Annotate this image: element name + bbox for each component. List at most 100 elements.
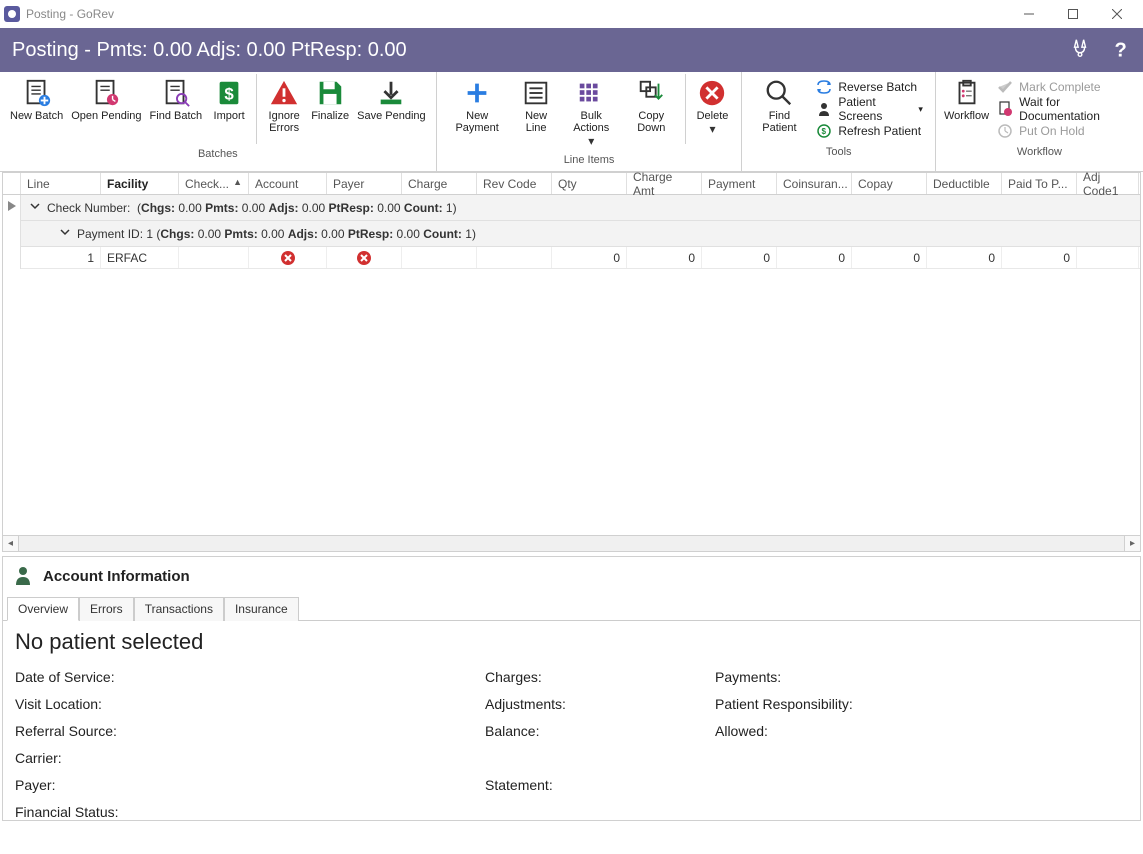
col-qty[interactable]: Qty [552, 173, 627, 194]
minimize-button[interactable] [1007, 0, 1051, 28]
col-revcode[interactable]: Rev Code [477, 173, 552, 194]
col-payment[interactable]: Payment [702, 173, 777, 194]
maximize-button[interactable] [1051, 0, 1095, 28]
download-icon [376, 76, 406, 110]
cell-adjcode[interactable] [1077, 247, 1139, 268]
page-title: Posting - Pmts: 0.00 Adjs: 0.00 PtResp: … [12, 39, 407, 62]
col-line[interactable]: Line [21, 173, 101, 194]
tab-transactions[interactable]: Transactions [134, 597, 224, 621]
col-chargeamt[interactable]: Charge Amt [627, 173, 702, 194]
keys-icon[interactable] [1069, 38, 1091, 63]
label-charges: Charges: [485, 663, 715, 690]
bulk-actions-button[interactable]: Bulk Actions ▾ [561, 74, 622, 150]
no-patient-message: No patient selected [15, 629, 1128, 655]
col-account[interactable]: Account [249, 173, 327, 194]
delete-button[interactable]: Delete ▾ [689, 74, 735, 138]
data-grid[interactable]: Line Facility Check...▲ Account Payer Ch… [2, 172, 1141, 552]
cell-paidtop[interactable]: 0 [1002, 247, 1077, 268]
account-info-header: Account Information [3, 565, 1140, 596]
chevron-down-icon: ▾ [918, 104, 923, 115]
delete-icon [697, 76, 727, 110]
ignore-errors-button[interactable]: Ignore Errors [261, 74, 307, 136]
ribbon-group-batches: New Batch Open Pending Find Batch $ Impo… [0, 72, 437, 171]
ribbon-group-tools: Find Patient Reverse Batch Patient Scree… [742, 72, 935, 171]
warning-icon [269, 76, 299, 110]
cell-account[interactable] [249, 247, 327, 268]
window-title: Posting - GoRev [26, 7, 114, 21]
cell-check[interactable] [179, 247, 249, 268]
finalize-button[interactable]: Finalize [307, 74, 353, 124]
new-batch-button[interactable]: New Batch [6, 74, 67, 124]
account-info-panel: Account Information Overview Errors Tran… [2, 556, 1141, 821]
scroll-track[interactable] [19, 536, 1124, 551]
wait-documentation-button[interactable]: Wait for Documentation [991, 98, 1137, 120]
copy-down-button[interactable]: Copy Down [622, 74, 681, 136]
cell-qty[interactable]: 0 [552, 247, 627, 268]
grid-icon [576, 76, 606, 110]
label-statement: Statement: [485, 771, 715, 798]
label-adjustments: Adjustments: [485, 690, 715, 717]
scroll-right-icon[interactable]: ▸ [1124, 536, 1140, 551]
error-icon [280, 250, 296, 266]
new-payment-button[interactable]: New Payment [443, 74, 512, 136]
tab-overview[interactable]: Overview [7, 597, 79, 621]
cell-chargeamt[interactable]: 0 [627, 247, 702, 268]
cell-revcode[interactable] [477, 247, 552, 268]
info-grid: Date of Service: Visit Location: Referra… [15, 663, 1128, 825]
scroll-left-icon[interactable]: ◂ [3, 536, 19, 551]
horizontal-scrollbar[interactable]: ◂ ▸ [3, 535, 1140, 551]
chevron-down-icon [59, 226, 71, 241]
find-patient-button[interactable]: Find Patient [748, 74, 810, 136]
col-check[interactable]: Check...▲ [179, 173, 249, 194]
table-row[interactable]: 1 ERFAC 0 0 0 0 0 0 0 [21, 247, 1140, 269]
tab-insurance[interactable]: Insurance [224, 597, 299, 621]
cell-charge[interactable] [402, 247, 477, 268]
cell-deduct[interactable]: 0 [927, 247, 1002, 268]
sort-asc-icon: ▲ [233, 177, 242, 187]
col-charge[interactable]: Charge [402, 173, 477, 194]
grid-margin [3, 173, 21, 194]
ribbon-group-workflow: Workflow Mark Complete Wait for Document… [936, 72, 1143, 171]
chevron-down-icon [29, 200, 41, 215]
col-deduct[interactable]: Deductible [927, 173, 1002, 194]
new-line-button[interactable]: New Line [512, 74, 561, 136]
workflow-button[interactable]: Workflow [942, 74, 991, 124]
tab-errors[interactable]: Errors [79, 597, 134, 621]
label-dos: Date of Service: [15, 663, 485, 690]
close-button[interactable] [1095, 0, 1139, 28]
patient-screens-button[interactable]: Patient Screens ▾ [810, 98, 929, 120]
chevron-down-icon: ▾ [709, 122, 715, 136]
group-row-check[interactable]: Check Number: ( Chgs: 0.00 Pmts: 0.00 Ad… [21, 195, 1140, 221]
row-indicator [3, 195, 21, 269]
cell-line[interactable]: 1 [59, 247, 101, 268]
refresh-patient-button[interactable]: $ Refresh Patient [810, 120, 929, 142]
lines-icon [521, 76, 551, 110]
col-facility[interactable]: Facility [101, 173, 179, 194]
save-pending-button[interactable]: Save Pending [353, 74, 430, 124]
import-button[interactable]: $ Import [206, 74, 252, 124]
col-copay[interactable]: Copay [852, 173, 927, 194]
cell-facility[interactable]: ERFAC [101, 247, 179, 268]
col-adjcode[interactable]: Adj Code1 [1077, 173, 1139, 194]
col-paidtop[interactable]: Paid To P... [1002, 173, 1077, 194]
open-pending-button[interactable]: Open Pending [67, 74, 145, 124]
cell-payer[interactable] [327, 247, 402, 268]
clock-icon [997, 123, 1013, 139]
label-payments: Payments: [715, 663, 965, 690]
col-payer[interactable]: Payer [327, 173, 402, 194]
cell-coins[interactable]: 0 [777, 247, 852, 268]
label-carrier: Carrier: [15, 744, 485, 771]
help-icon[interactable]: ? [1109, 38, 1131, 63]
svg-text:$: $ [822, 127, 827, 136]
find-batch-button[interactable]: Find Batch [146, 74, 207, 124]
current-row-icon [8, 201, 16, 211]
error-icon [356, 250, 372, 266]
put-on-hold-button: Put On Hold [991, 120, 1137, 142]
document-plus-icon [22, 76, 52, 110]
group-label-tools: Tools [748, 142, 928, 161]
cell-copay[interactable]: 0 [852, 247, 927, 268]
group-row-payment[interactable]: Payment ID: 1 ( Chgs: 0.00 Pmts: 0.00 Ad… [21, 221, 1140, 247]
cell-payment[interactable]: 0 [702, 247, 777, 268]
col-coins[interactable]: Coinsuran... [777, 173, 852, 194]
clipboard-icon [952, 76, 982, 110]
